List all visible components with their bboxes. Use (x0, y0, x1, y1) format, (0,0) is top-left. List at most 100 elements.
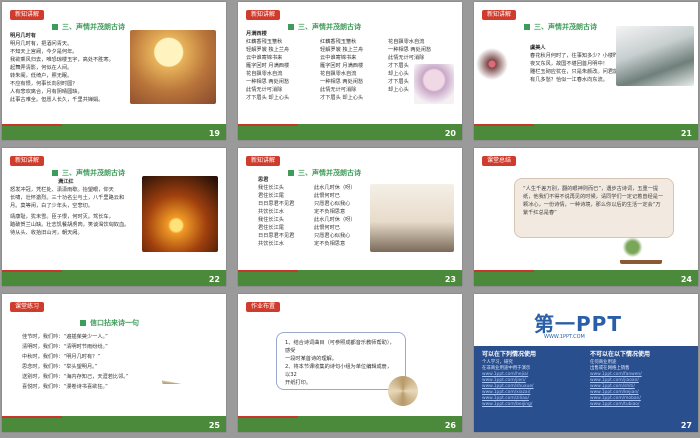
slide-footer-bar: 19 (2, 124, 226, 140)
poem-line: 才下眉头 却上心头 (320, 95, 364, 101)
poem-line: 此恨何时已 (314, 193, 340, 199)
poem-text: 满江红 怒发冲冠，凭栏处、潇潇雨歇。抬望眼，仰天 长啸，壮怀激烈。三十功名尘与土… (10, 178, 129, 237)
poem-line: 轻解罗裳 独上兰舟 (246, 47, 290, 53)
slide-thumbnail-20[interactable]: 新知讲解 三、声情并茂朗古诗 月满西楼 红藕香残玉簟秋 轻解罗裳 独上兰舟 云中… (238, 2, 462, 140)
allowed-usage-column: 可以在下列情况使用 个人学习，研究 在非商业用途中用于演示 www.1ppt.c… (482, 352, 582, 408)
slide-thumbnail-23[interactable]: 新知讲解 三、声情并茂朗古诗 思君 我住长江头 君住长江尾 日日思君不见君 共饮… (238, 148, 462, 286)
usage-link[interactable]: www.1ppt.com/beijing/ (482, 402, 582, 408)
slide-footer-bar: 22 (2, 270, 226, 286)
poem-line: 此恨何时已 (314, 225, 340, 231)
poem-line: 花自飘零水自流 (388, 39, 425, 45)
disallowed-header: 不可以在以下情况使用 (590, 351, 651, 358)
exercise-line: 佳节时，我们吟：“遍插茱萸少一人。” (22, 334, 108, 340)
slide-thumbnail-25[interactable]: 课堂练习 信口拈来诗一句 佳节时，我们吟：“遍插茱萸少一人。” 清明时，我们吟：… (2, 294, 226, 432)
slide-thumbnail-26[interactable]: 作业布置 1、结合诗词曲目（可参照成都音乐教师帮助），感受 一段时某首诗的理解。… (238, 294, 462, 432)
poem-column-1: 月满西楼 红藕香残玉簟秋 轻解罗裳 独上兰舟 云中谁寄锦书来 雁字回时 月满西楼… (246, 30, 289, 102)
poem-line: 只愿君心似我心 (314, 201, 351, 207)
poem-line: 只愿君心似我心 (314, 233, 351, 239)
poem-line: 云中谁寄锦书来 (320, 55, 357, 61)
homework-line: 开纸打印。 (285, 380, 311, 386)
poem-line: 夜又东风，故国不堪回首月明中！ (530, 61, 608, 67)
slide-number: 25 (208, 421, 220, 430)
poem-line: 云中谁寄锦书来 (246, 55, 283, 61)
exercise-lines: 佳节时，我们吟：“遍插茱萸少一人。” 清明时，我们吟：“清明时节雨纷纷。” 中秋… (22, 332, 129, 392)
slide-number: 24 (680, 275, 692, 284)
poem-line: 待从头、收拾旧山河，朝天阙。 (10, 230, 83, 236)
brand-logo: 第一PPT (534, 312, 622, 336)
slide-tag: 新知讲解 (10, 10, 45, 20)
slide-number: 23 (444, 275, 456, 284)
exercise-line: 中秋时，我们吟：“明月几时有？” (22, 354, 101, 360)
exercise-line: 喜悦时，我们吟：“漫卷诗书喜欲狂。” (22, 384, 108, 390)
poem-line: 不应有恨，何事长向别时圆？ (10, 81, 78, 87)
poem-line: 一种相思 两处闲愁 (246, 79, 290, 85)
slide-footer-bar: 24 (474, 270, 698, 286)
poem-line: 定不负相思意 (314, 209, 346, 215)
poem-heading: 满江红 (58, 179, 74, 185)
homework-box: 1、结合诗词曲目（可参照成都音乐教师帮助），感受 一段时某首诗的理解。 2、将本… (276, 332, 406, 390)
poem-line: 一种相思 两处闲愁 (320, 79, 364, 85)
slide-tag: 新知讲解 (246, 156, 281, 166)
usage-link[interactable]: www.1ppt.com/tubiao/ (590, 402, 690, 408)
poem-line: 共饮长江水 (258, 209, 284, 215)
brand-url: WWW.1PPT.COM (544, 334, 585, 340)
allowed-header: 可以在下列情况使用 (482, 351, 537, 358)
slide-thumbnail-24[interactable]: 课堂总结 “人生千差万别，翻的眼神则而已”，遇步古诗词，五重一提纸，他我们不得不… (474, 148, 698, 286)
slide-tag: 新知讲解 (482, 10, 517, 20)
slide-title: 三、声情并茂朗古诗 (288, 22, 361, 32)
poem-line: 此情无计可消除 (246, 87, 283, 93)
slide-footer-bar: 23 (238, 270, 462, 286)
poem-line: 雁字回时 月满西楼 (246, 63, 290, 69)
poem-line: 踏破贺兰山缺。壮志饥餐胡虏肉，笑谈渴饮匈奴血。 (10, 222, 130, 228)
slide-thumbnail-19[interactable]: 新知讲解 三、声情并茂朗古诗 明月几时有 明月几时有，把酒问青天。 不知天上宫阙… (2, 2, 226, 140)
poem-column-2: 此水几时休（呀） 此恨何时已 只愿君心似我心 定不负相思意 此水几时休（呀） 此… (314, 184, 356, 248)
slide-tag: 课堂总结 (482, 156, 517, 166)
poem-line: 君住长江尾 (258, 225, 284, 231)
homework-line: 2、将本节课收集的诗句小组为单位编辑成册，以32 (285, 364, 393, 378)
slide-thumbnail-21[interactable]: 新知讲解 三、声情并茂朗古诗 虞美人 春花秋月何时了，往事知多少？小楼昨 夜又东… (474, 2, 698, 140)
poem-line: 雁字回时 月满西楼 (320, 63, 364, 69)
poem-heading: 虞美人 (530, 45, 546, 51)
slide-number: 22 (208, 275, 220, 284)
slide-tag: 新知讲解 (246, 10, 281, 20)
poem-line: 此事古难全。但愿人长久，千里共婵娟。 (10, 97, 104, 103)
moon-tower-image (414, 64, 454, 104)
poem-heading: 月满西楼 (246, 31, 267, 37)
slide-tag: 新知讲解 (10, 156, 45, 166)
poem-heading: 明月几时有 (10, 33, 36, 39)
poem-text: 虞美人 春花秋月何时了，往事知多少？小楼昨 夜又东风，故国不堪回首月明中！ 雕栏… (530, 44, 618, 84)
slide-thumbnail-27[interactable]: 第一PPT WWW.1PPT.COM 可以在下列情况使用 个人学习，研究 在非商… (474, 294, 698, 432)
homework-line: 一段时某首诗的理解。 (285, 356, 337, 362)
poem-line: 红藕香残玉簟秋 (320, 39, 357, 45)
slide-number: 21 (680, 129, 692, 138)
poem-line: 长啸，壮怀激烈。三十功名尘与土，八千里路云和 (10, 195, 125, 201)
poem-line: 雕栏玉砌应犹在，只是朱颜改。问君能 (530, 69, 619, 75)
poem-line: 共饮长江水 (258, 241, 284, 247)
poem-line: 我欲乘风归去，唯恐琼楼玉宇，高处不胜寒。 (10, 57, 114, 63)
poem-line: 转朱阁，低绮户，照无眠。 (10, 73, 73, 79)
poem-line: 不知天上宫阙，今夕是何年。 (10, 49, 78, 55)
poem-line: 此水几时休（呀） (314, 217, 356, 223)
sunset-image (142, 176, 218, 252)
slide-thumbnail-22[interactable]: 新知讲解 三、声情并茂朗古诗 满江红 怒发冲冠，凭栏处、潇潇雨歇。抬望眼，仰天 … (2, 148, 226, 286)
poem-line: 靖康耻，犹未雪。臣子恨，何时灭。驾长车， (10, 214, 114, 220)
poem-line: 明月几时有，把酒问青天。 (10, 41, 73, 47)
poem-line: 轻解罗裳 独上兰舟 (320, 47, 364, 53)
exercise-line: 思念时，我们吟：“举头望明月。” (22, 364, 98, 370)
poem-line: 红藕香残玉簟秋 (246, 39, 283, 45)
poem-line: 定不负相思意 (314, 241, 346, 247)
summary-quote-box: “人生千差万别，翻的眼神则而已”，遇步古诗词，五重一提纸，他我们不得不说再见的时… (514, 178, 674, 238)
poem-heading: 思君 (258, 177, 269, 183)
slide-sorter-grid: 新知讲解 三、声情并茂朗古诗 明月几时有 明月几时有，把酒问青天。 不知天上宫阙… (0, 0, 700, 438)
poem-line: 月。莫等闲，白了少年头，空悲切。 (10, 203, 94, 209)
slide-footer-bar: 21 (474, 124, 698, 140)
slide-number: 19 (208, 129, 220, 138)
slide-title: 三、声情并茂朗古诗 (52, 168, 125, 178)
ink-mountain-image (616, 26, 694, 86)
exercise-line: 送别时，我们吟：“海内存知己，天涯若比邻。” (22, 374, 129, 380)
river-figure-image (370, 184, 454, 252)
slide-title: 三、声情并茂朗古诗 (288, 168, 361, 178)
poem-line: 才下眉头 却上心头 (246, 95, 290, 101)
slide-number: 20 (444, 129, 456, 138)
guqin-plant-image (620, 236, 662, 264)
